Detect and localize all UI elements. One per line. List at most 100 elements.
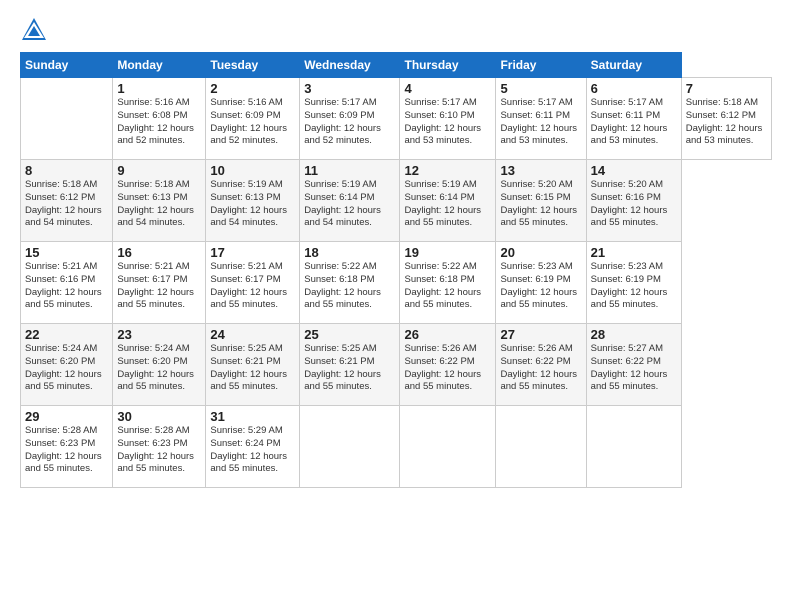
calendar-day-cell	[586, 406, 681, 488]
calendar-day-cell: 6Sunrise: 5:17 AM Sunset: 6:11 PM Daylig…	[586, 78, 681, 160]
calendar-day-cell: 23Sunrise: 5:24 AM Sunset: 6:20 PM Dayli…	[113, 324, 206, 406]
calendar-week-row: 15Sunrise: 5:21 AM Sunset: 6:16 PM Dayli…	[21, 242, 772, 324]
day-info: Sunrise: 5:29 AM Sunset: 6:24 PM Dayligh…	[210, 425, 295, 476]
day-number: 29	[25, 409, 108, 424]
calendar-day-cell: 25Sunrise: 5:25 AM Sunset: 6:21 PM Dayli…	[300, 324, 400, 406]
day-info: Sunrise: 5:17 AM Sunset: 6:11 PM Dayligh…	[500, 97, 581, 148]
calendar-header-sunday: Sunday	[21, 53, 113, 78]
calendar-day-cell: 28Sunrise: 5:27 AM Sunset: 6:22 PM Dayli…	[586, 324, 681, 406]
day-number: 26	[404, 327, 491, 342]
calendar-day-cell: 9Sunrise: 5:18 AM Sunset: 6:13 PM Daylig…	[113, 160, 206, 242]
header	[20, 16, 772, 44]
day-info: Sunrise: 5:18 AM Sunset: 6:12 PM Dayligh…	[25, 179, 108, 230]
day-info: Sunrise: 5:20 AM Sunset: 6:15 PM Dayligh…	[500, 179, 581, 230]
calendar-week-row: 29Sunrise: 5:28 AM Sunset: 6:23 PM Dayli…	[21, 406, 772, 488]
day-info: Sunrise: 5:21 AM Sunset: 6:17 PM Dayligh…	[210, 261, 295, 312]
calendar-day-cell: 21Sunrise: 5:23 AM Sunset: 6:19 PM Dayli…	[586, 242, 681, 324]
day-number: 19	[404, 245, 491, 260]
day-number: 16	[117, 245, 201, 260]
calendar-day-cell: 29Sunrise: 5:28 AM Sunset: 6:23 PM Dayli…	[21, 406, 113, 488]
day-info: Sunrise: 5:24 AM Sunset: 6:20 PM Dayligh…	[25, 343, 108, 394]
day-number: 17	[210, 245, 295, 260]
day-number: 25	[304, 327, 395, 342]
day-info: Sunrise: 5:16 AM Sunset: 6:09 PM Dayligh…	[210, 97, 295, 148]
day-info: Sunrise: 5:22 AM Sunset: 6:18 PM Dayligh…	[304, 261, 395, 312]
day-info: Sunrise: 5:18 AM Sunset: 6:12 PM Dayligh…	[686, 97, 767, 148]
calendar-header-thursday: Thursday	[400, 53, 496, 78]
day-info: Sunrise: 5:17 AM Sunset: 6:09 PM Dayligh…	[304, 97, 395, 148]
day-info: Sunrise: 5:19 AM Sunset: 6:14 PM Dayligh…	[304, 179, 395, 230]
calendar-day-cell: 3Sunrise: 5:17 AM Sunset: 6:09 PM Daylig…	[300, 78, 400, 160]
day-number: 20	[500, 245, 581, 260]
calendar-header-monday: Monday	[113, 53, 206, 78]
day-number: 10	[210, 163, 295, 178]
calendar-day-cell: 17Sunrise: 5:21 AM Sunset: 6:17 PM Dayli…	[206, 242, 300, 324]
calendar-day-cell: 2Sunrise: 5:16 AM Sunset: 6:09 PM Daylig…	[206, 78, 300, 160]
calendar-day-cell: 16Sunrise: 5:21 AM Sunset: 6:17 PM Dayli…	[113, 242, 206, 324]
day-number: 30	[117, 409, 201, 424]
calendar-day-cell: 14Sunrise: 5:20 AM Sunset: 6:16 PM Dayli…	[586, 160, 681, 242]
day-info: Sunrise: 5:24 AM Sunset: 6:20 PM Dayligh…	[117, 343, 201, 394]
calendar-day-cell: 8Sunrise: 5:18 AM Sunset: 6:12 PM Daylig…	[21, 160, 113, 242]
calendar-day-cell: 12Sunrise: 5:19 AM Sunset: 6:14 PM Dayli…	[400, 160, 496, 242]
calendar-header-friday: Friday	[496, 53, 586, 78]
day-number: 15	[25, 245, 108, 260]
day-number: 23	[117, 327, 201, 342]
logo-icon	[20, 16, 48, 44]
calendar-header-wednesday: Wednesday	[300, 53, 400, 78]
day-info: Sunrise: 5:23 AM Sunset: 6:19 PM Dayligh…	[591, 261, 677, 312]
day-number: 3	[304, 81, 395, 96]
day-number: 6	[591, 81, 677, 96]
day-number: 5	[500, 81, 581, 96]
calendar-week-row: 22Sunrise: 5:24 AM Sunset: 6:20 PM Dayli…	[21, 324, 772, 406]
day-number: 31	[210, 409, 295, 424]
calendar-day-cell: 11Sunrise: 5:19 AM Sunset: 6:14 PM Dayli…	[300, 160, 400, 242]
day-info: Sunrise: 5:17 AM Sunset: 6:10 PM Dayligh…	[404, 97, 491, 148]
calendar-day-cell: 5Sunrise: 5:17 AM Sunset: 6:11 PM Daylig…	[496, 78, 586, 160]
day-info: Sunrise: 5:21 AM Sunset: 6:16 PM Dayligh…	[25, 261, 108, 312]
calendar-table: SundayMondayTuesdayWednesdayThursdayFrid…	[20, 52, 772, 488]
day-info: Sunrise: 5:28 AM Sunset: 6:23 PM Dayligh…	[25, 425, 108, 476]
day-number: 18	[304, 245, 395, 260]
day-info: Sunrise: 5:17 AM Sunset: 6:11 PM Dayligh…	[591, 97, 677, 148]
day-info: Sunrise: 5:26 AM Sunset: 6:22 PM Dayligh…	[500, 343, 581, 394]
day-number: 12	[404, 163, 491, 178]
day-info: Sunrise: 5:21 AM Sunset: 6:17 PM Dayligh…	[117, 261, 201, 312]
calendar-header-tuesday: Tuesday	[206, 53, 300, 78]
day-number: 4	[404, 81, 491, 96]
day-number: 8	[25, 163, 108, 178]
calendar-day-cell	[400, 406, 496, 488]
day-number: 21	[591, 245, 677, 260]
calendar-day-cell: 15Sunrise: 5:21 AM Sunset: 6:16 PM Dayli…	[21, 242, 113, 324]
calendar-day-cell: 27Sunrise: 5:26 AM Sunset: 6:22 PM Dayli…	[496, 324, 586, 406]
day-info: Sunrise: 5:26 AM Sunset: 6:22 PM Dayligh…	[404, 343, 491, 394]
calendar-day-cell: 18Sunrise: 5:22 AM Sunset: 6:18 PM Dayli…	[300, 242, 400, 324]
calendar-day-cell: 26Sunrise: 5:26 AM Sunset: 6:22 PM Dayli…	[400, 324, 496, 406]
day-info: Sunrise: 5:18 AM Sunset: 6:13 PM Dayligh…	[117, 179, 201, 230]
day-info: Sunrise: 5:25 AM Sunset: 6:21 PM Dayligh…	[210, 343, 295, 394]
day-number: 24	[210, 327, 295, 342]
day-info: Sunrise: 5:16 AM Sunset: 6:08 PM Dayligh…	[117, 97, 201, 148]
calendar-day-cell	[496, 406, 586, 488]
day-number: 1	[117, 81, 201, 96]
calendar-day-cell: 22Sunrise: 5:24 AM Sunset: 6:20 PM Dayli…	[21, 324, 113, 406]
day-number: 28	[591, 327, 677, 342]
calendar-day-cell: 4Sunrise: 5:17 AM Sunset: 6:10 PM Daylig…	[400, 78, 496, 160]
calendar-header-saturday: Saturday	[586, 53, 681, 78]
day-info: Sunrise: 5:28 AM Sunset: 6:23 PM Dayligh…	[117, 425, 201, 476]
day-number: 13	[500, 163, 581, 178]
day-number: 14	[591, 163, 677, 178]
calendar-day-cell: 24Sunrise: 5:25 AM Sunset: 6:21 PM Dayli…	[206, 324, 300, 406]
day-info: Sunrise: 5:27 AM Sunset: 6:22 PM Dayligh…	[591, 343, 677, 394]
day-info: Sunrise: 5:23 AM Sunset: 6:19 PM Dayligh…	[500, 261, 581, 312]
calendar-day-cell: 7Sunrise: 5:18 AM Sunset: 6:12 PM Daylig…	[681, 78, 771, 160]
calendar-day-cell: 30Sunrise: 5:28 AM Sunset: 6:23 PM Dayli…	[113, 406, 206, 488]
calendar-day-cell: 10Sunrise: 5:19 AM Sunset: 6:13 PM Dayli…	[206, 160, 300, 242]
calendar-header-row: SundayMondayTuesdayWednesdayThursdayFrid…	[21, 53, 772, 78]
day-info: Sunrise: 5:22 AM Sunset: 6:18 PM Dayligh…	[404, 261, 491, 312]
calendar-day-cell: 20Sunrise: 5:23 AM Sunset: 6:19 PM Dayli…	[496, 242, 586, 324]
day-info: Sunrise: 5:25 AM Sunset: 6:21 PM Dayligh…	[304, 343, 395, 394]
calendar-day-cell	[21, 78, 113, 160]
calendar-day-cell	[300, 406, 400, 488]
calendar-week-row: 1Sunrise: 5:16 AM Sunset: 6:08 PM Daylig…	[21, 78, 772, 160]
